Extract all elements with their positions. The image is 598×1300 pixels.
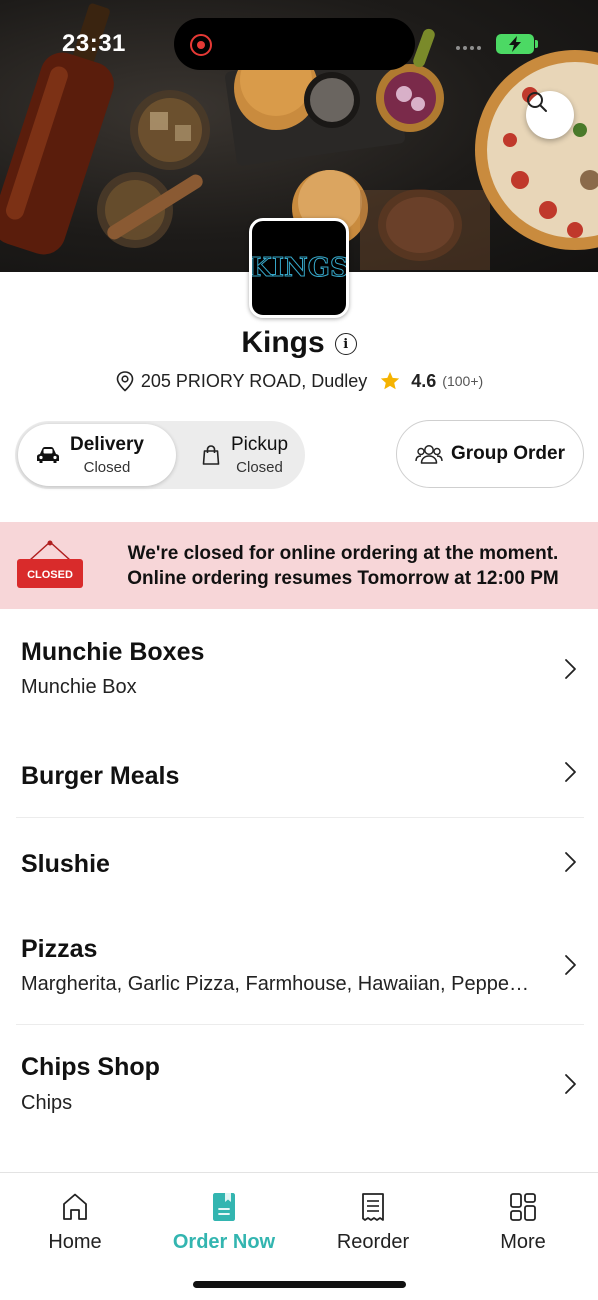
- search-button[interactable]: [526, 91, 574, 139]
- store-rating: 4.6: [411, 370, 437, 391]
- status-bar-time: 23:31: [62, 30, 126, 57]
- category-title: Pizzas: [21, 935, 98, 963]
- delivery-option[interactable]: Delivery Closed: [18, 424, 176, 486]
- store-address: 205 PRIORY ROAD, Dudley: [140, 370, 368, 391]
- store-header: Kings i: [0, 326, 598, 360]
- category-title: Chips Shop: [21, 1053, 160, 1081]
- closed-message-line1: We're closed for online ordering at the …: [127, 543, 559, 564]
- category-title: Munchie Boxes: [21, 638, 205, 666]
- home-icon: [63, 1193, 87, 1220]
- category-row-chips-shop[interactable]: Chips Shop Chips: [0, 1025, 598, 1145]
- category-subtitle: Chips: [21, 1092, 73, 1114]
- delivery-status: Closed: [83, 459, 131, 476]
- closed-sign-icon: CLOSED: [17, 540, 83, 588]
- tab-label: Home: [48, 1231, 102, 1253]
- cellular-signal-icon: [456, 46, 481, 50]
- battery-charging-icon: [496, 34, 538, 54]
- tab-order-now[interactable]: Order Now: [149, 1191, 299, 1254]
- category-row-pizzas[interactable]: Pizzas Margherita, Garlic Pizza, Farmhou…: [0, 910, 598, 1024]
- tab-label: Reorder: [336, 1231, 410, 1253]
- store-name: Kings: [241, 326, 325, 359]
- tab-home[interactable]: Home: [0, 1191, 150, 1254]
- group-order-label: Group Order: [450, 443, 565, 464]
- star-icon: [381, 371, 400, 390]
- closed-sign-text: CLOSED: [27, 569, 73, 581]
- pickup-status: Closed: [236, 459, 283, 476]
- delivery-label: Delivery: [70, 434, 144, 455]
- pickup-label: Pickup: [231, 434, 289, 455]
- review-count: (100+): [442, 373, 484, 389]
- category-row-slushie[interactable]: Slushie: [0, 818, 598, 910]
- home-indicator: [193, 1281, 406, 1288]
- chevron-right-icon: [565, 852, 576, 872]
- category-subtitle: Munchie Box: [21, 676, 137, 698]
- receipt-icon: [362, 1193, 384, 1221]
- tab-label: Order Now: [172, 1231, 276, 1253]
- category-subtitle: Margherita, Garlic Pizza, Farmhouse, Haw…: [21, 973, 529, 995]
- chevron-right-icon: [565, 659, 576, 679]
- grid-icon: [510, 1193, 536, 1221]
- tab-more[interactable]: More: [448, 1191, 598, 1254]
- shopping-bag-icon: [202, 445, 220, 465]
- store-address-row: 205 PRIORY ROAD, Dudley 4.6 (100+): [0, 370, 598, 392]
- group-users-icon: [415, 445, 443, 464]
- dynamic-island: [174, 18, 415, 70]
- store-logo: KINGS: [249, 218, 349, 318]
- screen-recording-icon: [190, 34, 212, 56]
- tab-reorder[interactable]: Reorder: [298, 1191, 448, 1254]
- tab-label: More: [500, 1231, 546, 1253]
- chevron-right-icon: [565, 762, 576, 782]
- car-icon: [37, 447, 59, 463]
- order-mode-toggle: Delivery Closed Pickup Closed: [15, 421, 305, 489]
- category-row-munchie-boxes[interactable]: Munchie Boxes Munchie Box: [0, 609, 598, 733]
- closed-notice-banner: CLOSED We're closed for online ordering …: [0, 522, 598, 609]
- order-icon: [213, 1193, 235, 1221]
- chevron-right-icon: [565, 1074, 576, 1094]
- category-row-burger-meals[interactable]: Burger Meals: [0, 733, 598, 817]
- category-title: Slushie: [21, 850, 110, 878]
- pickup-option[interactable]: Pickup Closed: [185, 424, 303, 486]
- closed-message-line2: Online ordering resumes Tomorrow at 12:0…: [127, 568, 559, 589]
- group-order-button[interactable]: Group Order: [396, 420, 584, 488]
- category-title: Burger Meals: [21, 762, 180, 790]
- info-icon[interactable]: i: [334, 333, 357, 355]
- chevron-right-icon: [565, 955, 576, 975]
- location-pin-icon: [116, 371, 134, 392]
- search-icon: [527, 92, 547, 112]
